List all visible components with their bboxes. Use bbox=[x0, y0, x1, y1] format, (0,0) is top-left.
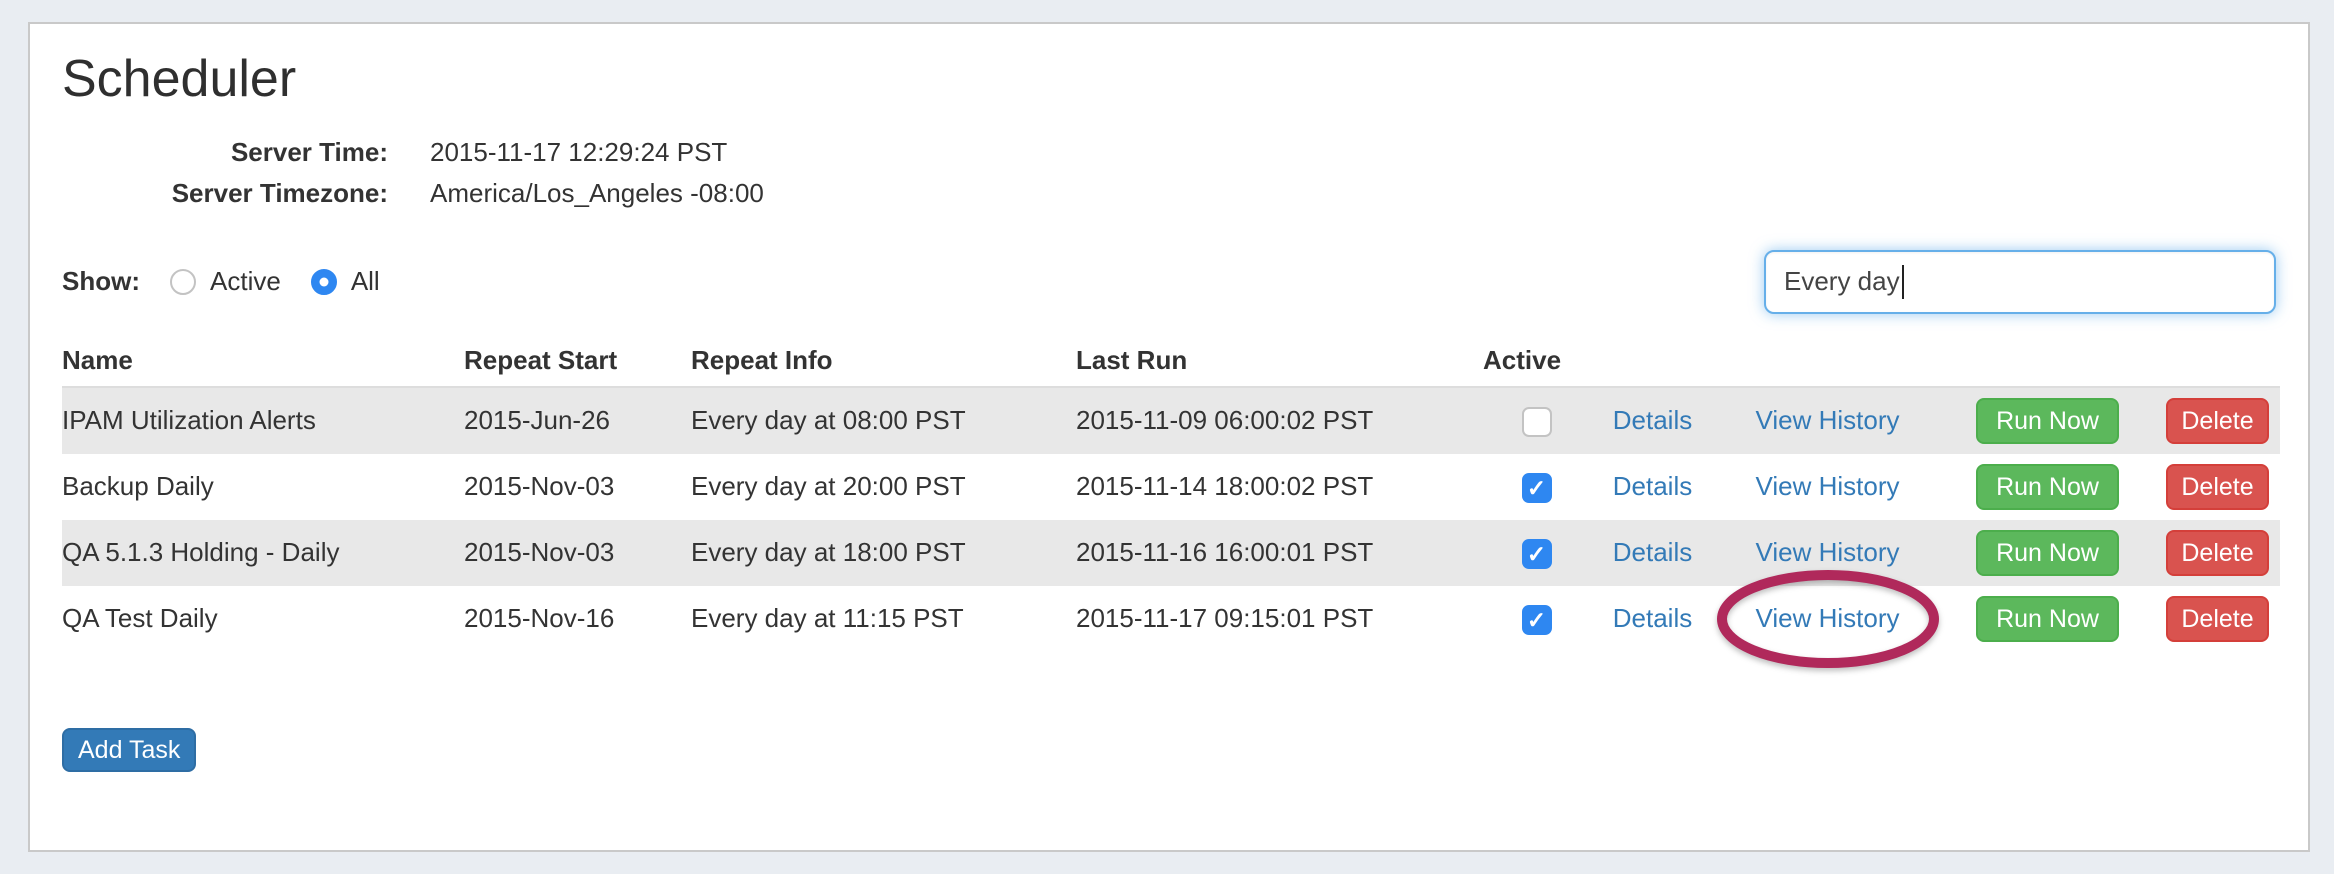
last-run: 2015-11-14 18:00:02 PST bbox=[1076, 471, 1483, 502]
server-timezone-value: America/Los_Angeles -08:00 bbox=[430, 173, 764, 214]
header-name: Name bbox=[62, 345, 464, 386]
task-name: QA 5.1.3 Holding - Daily bbox=[62, 537, 464, 568]
details-link[interactable]: Details bbox=[1613, 603, 1692, 633]
repeat-start: 2015-Nov-03 bbox=[464, 471, 691, 502]
server-time-label: Server Time: bbox=[62, 132, 388, 173]
last-run: 2015-11-09 06:00:02 PST bbox=[1076, 405, 1483, 436]
last-run: 2015-11-17 09:15:01 PST bbox=[1076, 603, 1483, 634]
run-now-button[interactable]: Run Now bbox=[1976, 398, 2119, 444]
details-link[interactable]: Details bbox=[1613, 471, 1692, 501]
repeat-info: Every day at 20:00 PST bbox=[691, 471, 1076, 502]
view-history-link[interactable]: View History bbox=[1755, 471, 1899, 501]
delete-button[interactable]: Delete bbox=[2166, 596, 2268, 642]
table-row: IPAM Utilization Alerts 2015-Jun-26 Ever… bbox=[62, 388, 2280, 454]
repeat-info: Every day at 11:15 PST bbox=[691, 603, 1076, 634]
server-info: Server Time: 2015-11-17 12:29:24 PST Ser… bbox=[62, 132, 2276, 214]
task-name: Backup Daily bbox=[62, 471, 464, 502]
table-row: Backup Daily 2015-Nov-03 Every day at 20… bbox=[62, 454, 2280, 520]
table-row: QA 5.1.3 Holding - Daily 2015-Nov-03 Eve… bbox=[62, 520, 2280, 586]
repeat-start: 2015-Jun-26 bbox=[464, 405, 691, 436]
delete-button[interactable]: Delete bbox=[2166, 464, 2268, 510]
active-checkbox[interactable] bbox=[1522, 605, 1552, 635]
radio-option-all: All bbox=[305, 266, 380, 297]
header-repeat-start: Repeat Start bbox=[464, 345, 691, 386]
active-checkbox[interactable] bbox=[1522, 539, 1552, 569]
details-link[interactable]: Details bbox=[1613, 537, 1692, 567]
view-history-link[interactable]: View History bbox=[1755, 603, 1899, 633]
server-time-row: Server Time: 2015-11-17 12:29:24 PST bbox=[62, 132, 2276, 173]
table-body: IPAM Utilization Alerts 2015-Jun-26 Ever… bbox=[62, 388, 2280, 652]
active-checkbox[interactable] bbox=[1522, 407, 1552, 437]
active-checkbox[interactable] bbox=[1522, 473, 1552, 503]
table-row: QA Test Daily 2015-Nov-16 Every day at 1… bbox=[62, 586, 2280, 652]
view-history-link[interactable]: View History bbox=[1755, 537, 1899, 567]
server-timezone-row: Server Timezone: America/Los_Angeles -08… bbox=[62, 173, 2276, 214]
table-header-row: Name Repeat Start Repeat Info Last Run A… bbox=[62, 342, 2280, 388]
all-radio[interactable] bbox=[311, 269, 337, 295]
repeat-info: Every day at 18:00 PST bbox=[691, 537, 1076, 568]
controls-row: Show: Active All Every day bbox=[62, 250, 2276, 314]
task-name: IPAM Utilization Alerts bbox=[62, 405, 464, 436]
repeat-start: 2015-Nov-16 bbox=[464, 603, 691, 634]
search-input[interactable]: Every day bbox=[1764, 250, 2276, 314]
show-filter-label: Show: bbox=[62, 266, 140, 297]
repeat-info: Every day at 08:00 PST bbox=[691, 405, 1076, 436]
repeat-start: 2015-Nov-03 bbox=[464, 537, 691, 568]
details-link[interactable]: Details bbox=[1613, 405, 1692, 435]
run-now-button[interactable]: Run Now bbox=[1976, 530, 2119, 576]
add-task-button[interactable]: Add Task bbox=[62, 728, 196, 772]
scheduler-table: Name Repeat Start Repeat Info Last Run A… bbox=[62, 342, 2280, 652]
run-now-button[interactable]: Run Now bbox=[1976, 596, 2119, 642]
header-last-run: Last Run bbox=[1076, 345, 1483, 386]
active-radio-label[interactable]: Active bbox=[210, 266, 281, 297]
delete-button[interactable]: Delete bbox=[2166, 398, 2268, 444]
search-input-value: Every day bbox=[1784, 266, 1900, 297]
header-active: Active bbox=[1483, 345, 1590, 386]
scheduler-card: Scheduler Server Time: 2015-11-17 12:29:… bbox=[28, 22, 2310, 852]
radio-option-active: Active bbox=[164, 266, 281, 297]
all-radio-label[interactable]: All bbox=[351, 266, 380, 297]
page-title: Scheduler bbox=[62, 50, 2276, 110]
run-now-button[interactable]: Run Now bbox=[1976, 464, 2119, 510]
active-radio[interactable] bbox=[170, 269, 196, 295]
view-history-link[interactable]: View History bbox=[1755, 405, 1899, 435]
text-cursor bbox=[1902, 265, 1904, 299]
header-repeat-info: Repeat Info bbox=[691, 345, 1076, 386]
task-name: QA Test Daily bbox=[62, 603, 464, 634]
server-time-value: 2015-11-17 12:29:24 PST bbox=[430, 132, 727, 173]
last-run: 2015-11-16 16:00:01 PST bbox=[1076, 537, 1483, 568]
delete-button[interactable]: Delete bbox=[2166, 530, 2268, 576]
server-timezone-label: Server Timezone: bbox=[62, 173, 388, 214]
